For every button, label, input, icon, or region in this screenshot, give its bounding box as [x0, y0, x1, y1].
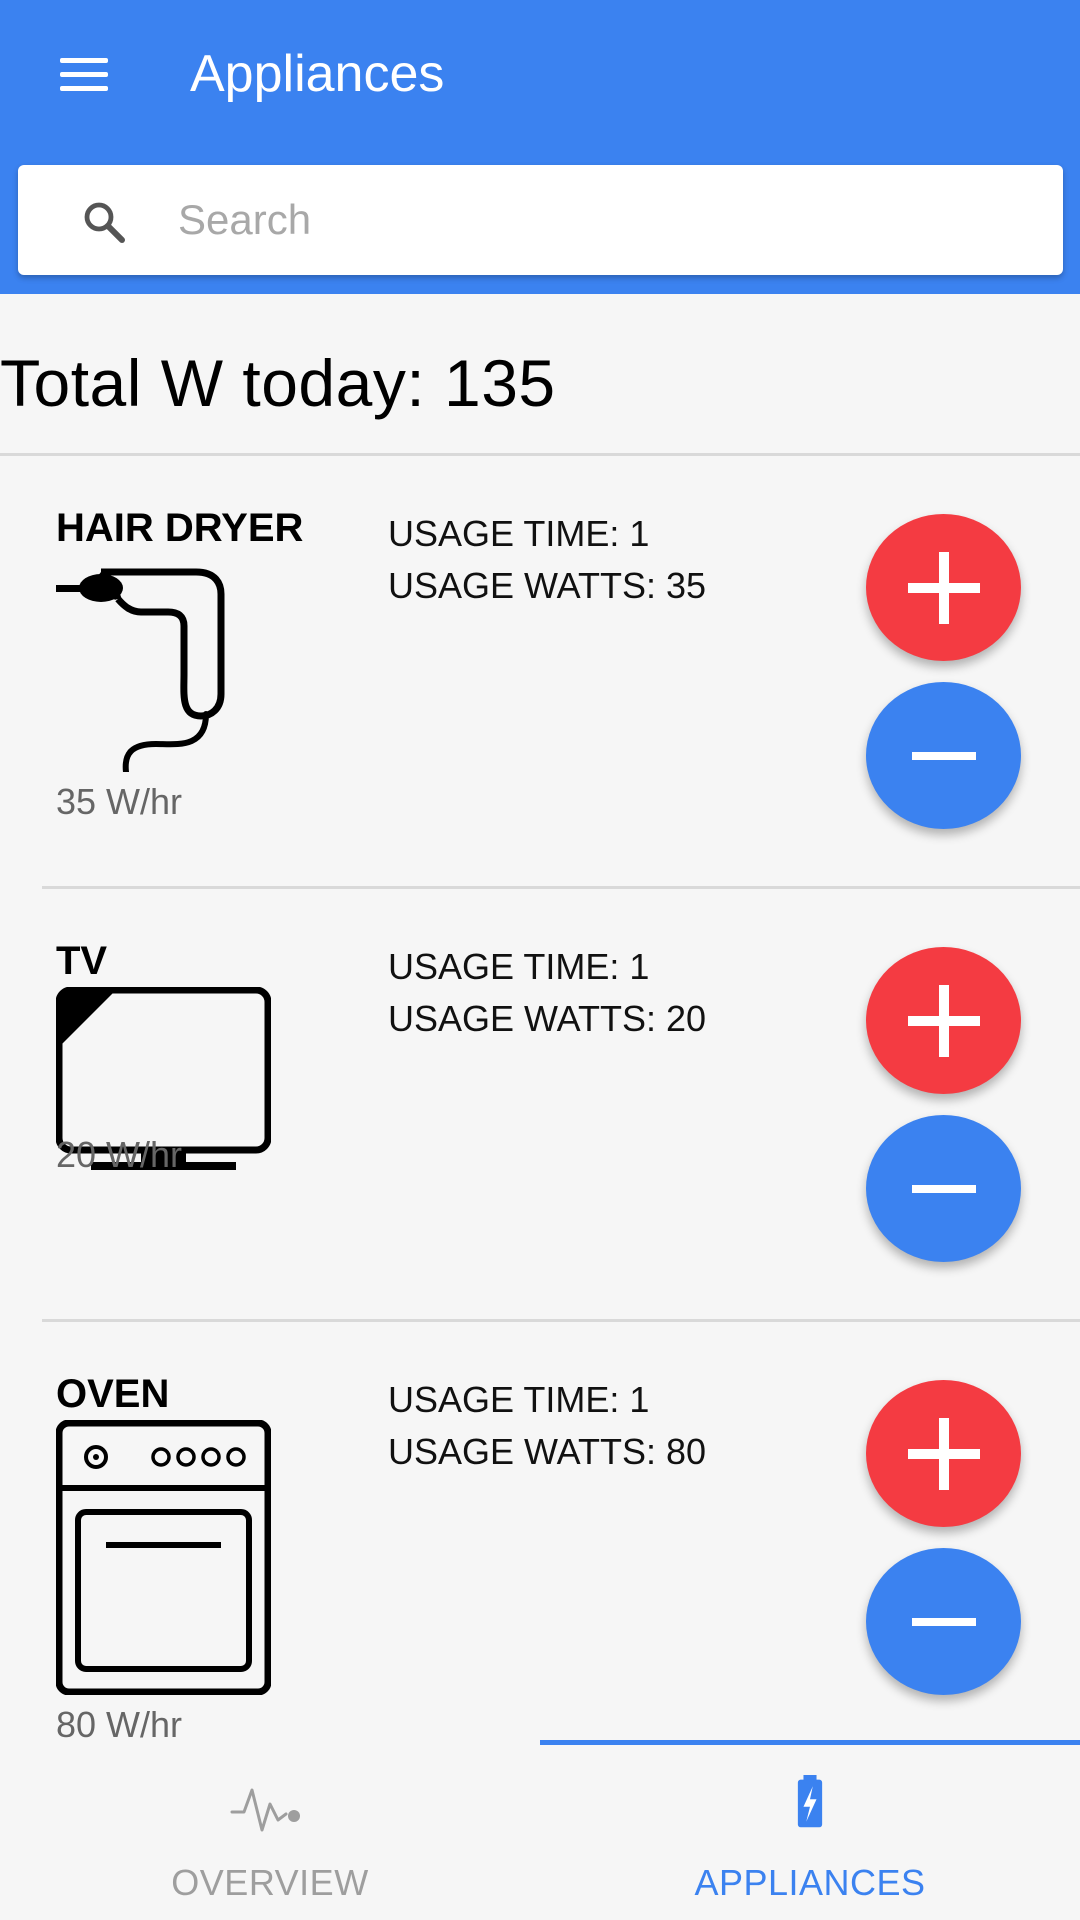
usage-watts: USAGE WATTS: 80 [388, 1431, 707, 1472]
oven-icon [56, 1420, 271, 1695]
usage-info: USAGE TIME: 1 USAGE WATTS: 20 [388, 941, 706, 1045]
increase-usage-button[interactable] [866, 514, 1021, 661]
usage-watts: USAGE WATTS: 35 [388, 565, 707, 606]
usage-info: USAGE TIME: 1 USAGE WATTS: 80 [388, 1374, 706, 1478]
minus-icon [911, 1617, 976, 1626]
plus-icon [907, 551, 980, 624]
tab-appliances[interactable]: APPLIANCES [540, 1740, 1080, 1920]
hamburger-menu-icon [60, 57, 108, 63]
usage-time: USAGE TIME: 1 [388, 946, 650, 987]
pulse-icon [230, 1788, 300, 1832]
plus-icon [907, 984, 980, 1057]
menu-button[interactable] [48, 44, 120, 104]
tab-label: OVERVIEW [171, 1862, 369, 1903]
appliance-rate: 80 W/hr [56, 1704, 183, 1740]
search-icon [84, 202, 125, 243]
decrease-usage-button[interactable] [866, 1115, 1021, 1262]
usage-watts: USAGE WATTS: 20 [388, 998, 707, 1039]
bottom-navigation: OVERVIEW APPLIANCES [0, 1740, 1080, 1920]
decrease-usage-button[interactable] [866, 682, 1021, 829]
increase-usage-button[interactable] [866, 947, 1021, 1094]
usage-time: USAGE TIME: 1 [388, 513, 650, 554]
page-title: Appliances [190, 45, 445, 103]
tab-overview[interactable]: OVERVIEW [0, 1740, 540, 1920]
usage-info: USAGE TIME: 1 USAGE WATTS: 35 [388, 508, 706, 612]
minus-icon [911, 751, 976, 760]
total-watts-today: Total W today: 135 [0, 346, 556, 420]
appliance-name: OVEN [56, 1372, 170, 1416]
usage-time: USAGE TIME: 1 [388, 1379, 650, 1420]
appliance-name: TV [56, 939, 108, 983]
active-tab-indicator [540, 1740, 1080, 1745]
search-input[interactable] [178, 185, 1038, 255]
tab-label: APPLIANCES [694, 1862, 926, 1903]
battery-charging-icon [797, 1775, 823, 1828]
list-item: HAIR DRYER 35 W/hr USAGE TIME: 1 USAGE W… [0, 456, 1080, 889]
hair-dryer-icon [56, 568, 225, 772]
decrease-usage-button[interactable] [866, 1548, 1021, 1695]
appliance-name: HAIR DRYER [56, 506, 304, 550]
search-bar[interactable] [18, 165, 1063, 275]
appliance-rate: 20 W/hr [56, 1134, 183, 1175]
increase-usage-button[interactable] [866, 1380, 1021, 1527]
list-item: TV 20 W/hr USAGE TIME: 1 USAGE WATTS: 20 [0, 889, 1080, 1322]
appliance-list[interactable]: HAIR DRYER 35 W/hr USAGE TIME: 1 USAGE W… [0, 456, 1080, 1740]
appliance-rate: 35 W/hr [56, 781, 183, 822]
plus-icon [907, 1417, 980, 1490]
minus-icon [911, 1184, 976, 1193]
app-bar: Appliances [0, 0, 1080, 294]
list-item: OVEN 80 W/hr USAGE TIME: 1 USAGE WATTS: … [0, 1322, 1080, 1740]
